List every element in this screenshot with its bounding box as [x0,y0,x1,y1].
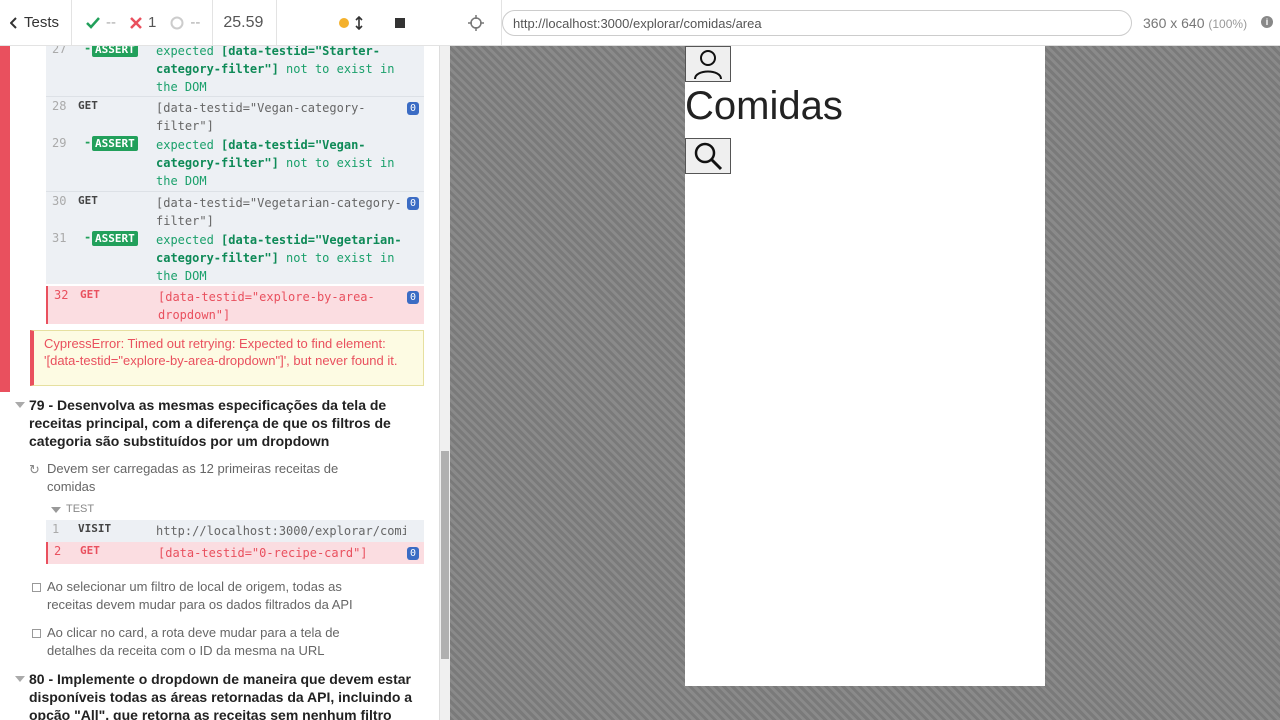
scrollbar-thumb[interactable] [441,451,449,659]
test-label: TEST [66,503,95,515]
running-dot-icon [339,17,350,28]
viewport-info: 360 x 640 (100%) [1143,15,1247,31]
x-icon [130,16,142,29]
subtest-title[interactable]: Ao selecionar um filtro de local de orig… [47,578,377,614]
cypress-runner: Tests -- 1 -- 25.59 http://localhost:300… [0,0,1280,720]
profile-button[interactable] [685,46,731,82]
assert-badge: ASSERT [92,231,138,246]
command-row[interactable]: 31 - ASSERT expected [data-testid="Veget… [46,229,424,285]
resize-icon[interactable] [355,15,363,30]
app-iframe: Comidas [685,46,1045,686]
count-badge: 0 [406,291,419,304]
pending-checkbox-icon [32,629,41,638]
subtest-title[interactable]: Devem ser carregadas as 12 primeiras rec… [47,460,377,496]
error-message: CypressError: Timed out retrying: Expect… [30,330,424,386]
caret-down-icon[interactable] [15,402,25,408]
command-row[interactable]: 27 - ASSERT expected [data-testid="Start… [46,46,424,96]
test-title[interactable]: 79 - Desenvolva as mesmas especificações… [29,396,419,450]
count-badge: 0 [406,197,419,210]
count-badge: 0 [406,102,419,115]
command-row[interactable]: 30 GET [data-testid="Vegetarian-category… [46,191,424,231]
aut-header: http://localhost:3000/explorar/comidas/a… [450,0,1280,46]
viewport-zoom: (100%) [1208,17,1248,31]
command-row-failed[interactable]: 32 GET [data-testid="explore-by-area-dro… [46,286,424,324]
reporter-scrollbar[interactable] [439,46,450,720]
search-button[interactable] [685,138,731,174]
pending-count: -- [156,0,214,45]
tests-label: Tests [24,14,60,31]
url-bar[interactable]: http://localhost:3000/explorar/comidas/a… [502,10,1132,36]
count-badge: 0 [406,547,419,560]
run-controls [277,0,406,45]
assert-badge: ASSERT [92,46,138,57]
info-icon[interactable]: i [1261,16,1273,28]
failed-test-indicator [0,46,10,392]
spinner-icon [170,16,184,29]
test-title[interactable]: 80 - Implemente o dropdown de maneira qu… [29,670,419,720]
duration: 25.59 [213,0,278,45]
pending-value: -- [190,14,201,31]
command-row[interactable]: 28 GET [data-testid="Vegan-category-filt… [46,96,424,136]
passed-value: -- [106,14,117,31]
check-icon [86,16,100,29]
caret-down-icon[interactable] [15,676,25,682]
reporter-header: Tests -- 1 -- 25.59 [0,0,450,46]
pending-checkbox-icon [32,583,41,592]
failed-value: 1 [148,14,157,31]
subtest-title[interactable]: Ao clicar no card, a rota deve mudar par… [47,624,377,660]
selector-playground-button[interactable] [450,0,502,45]
command-row[interactable]: 1 VISIT http://localhost:3000/explorar/c… [46,520,424,542]
search-icon [694,142,723,171]
passed-count: -- [72,0,116,45]
command-row-failed[interactable]: 2 GET [data-testid="0-recipe-card"] 0 [46,542,424,564]
chevron-left-icon [10,16,17,29]
profile-icon [694,50,722,80]
tests-button[interactable]: Tests [0,0,73,45]
assert-badge: ASSERT [92,136,138,151]
refresh-icon: ↻ [29,462,40,477]
crosshair-icon [467,14,484,31]
page-title: Comidas [685,84,843,128]
aut-container: Comidas [450,46,1280,720]
reporter-body: 27 - ASSERT expected [data-testid="Start… [0,46,439,720]
command-row[interactable]: 29 - ASSERT expected [data-testid="Vegan… [46,134,424,190]
viewport-size: 360 x 640 [1143,15,1205,31]
failed-count: 1 [116,0,156,45]
stop-icon[interactable] [395,17,406,28]
caret-down-icon[interactable] [51,507,61,513]
